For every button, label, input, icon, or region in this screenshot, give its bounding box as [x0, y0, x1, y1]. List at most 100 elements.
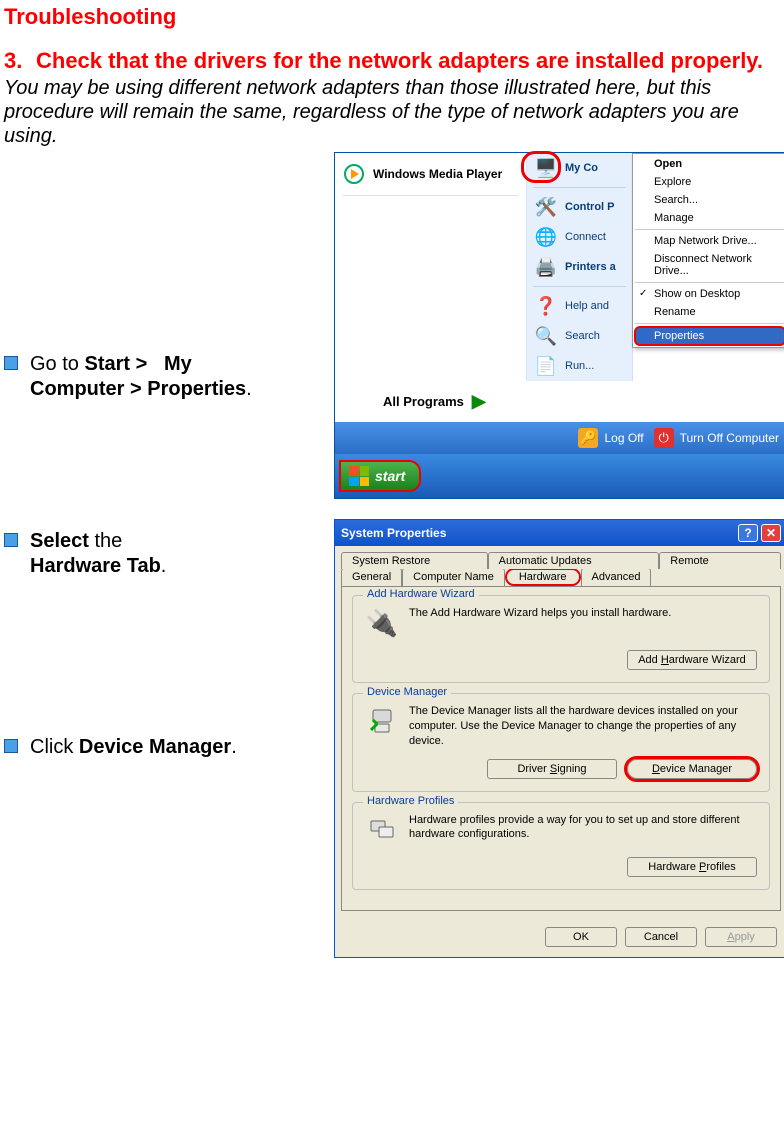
start-menu-bottom-bar: 🔑 Log Off ⏻ Turn Off Computer — [335, 422, 784, 454]
my-computer-item[interactable]: 🖥️ My Co — [527, 153, 632, 183]
connect-label: Connect — [565, 231, 606, 243]
computer-icon: 🖥️ — [535, 157, 557, 179]
wmp-icon — [343, 163, 365, 185]
bullet-icon — [4, 533, 18, 547]
search-label: Search — [565, 330, 600, 342]
group-text: The Device Manager lists all the hardwar… — [409, 704, 757, 749]
power-icon: ⏻ — [654, 428, 674, 448]
connect-item[interactable]: 🌐 Connect — [527, 222, 632, 252]
ctx-open[interactable]: Open — [634, 155, 784, 173]
logoff-button[interactable]: 🔑 Log Off — [578, 428, 643, 448]
start-menu-screenshot: Windows Media Player 🖥️ My Co 🛠️ Control… — [334, 152, 784, 499]
add-hardware-wizard-button[interactable]: Add Hardware Wizard — [627, 650, 757, 670]
device-manager-icon — [365, 704, 399, 738]
tab-computer-name[interactable]: Computer Name — [402, 568, 505, 586]
help-item[interactable]: ❓ Help and — [527, 291, 632, 321]
logoff-icon: 🔑 — [578, 428, 598, 448]
start-menu-right-pane: 🖥️ My Co 🛠️ Control P 🌐 Connect 🖨️ — [527, 153, 633, 381]
search-item[interactable]: 🔍 Search — [527, 321, 632, 351]
wmp-item[interactable]: Windows Media Player — [335, 157, 526, 191]
all-programs-label: All Programs — [383, 394, 464, 409]
instruction-3: Click Device Manager. — [30, 735, 237, 760]
ok-button[interactable]: OK — [545, 927, 617, 947]
bullet-icon — [4, 356, 18, 370]
turnoff-label: Turn Off Computer — [680, 431, 779, 445]
dialog-footer-buttons: OK Cancel Apply — [335, 917, 784, 957]
ctx-manage[interactable]: Manage — [634, 209, 784, 227]
group-text: The Add Hardware Wizard helps you instal… — [409, 606, 757, 621]
printers-label: Printers a — [565, 261, 616, 273]
hardware-wizard-icon: 🔌 — [365, 606, 399, 640]
tab-system-restore[interactable]: System Restore — [341, 552, 488, 569]
ctx-properties[interactable]: Properties — [634, 326, 784, 346]
step-heading: 3. Check that the drivers for the networ… — [4, 48, 784, 74]
control-panel-label: Control P — [565, 201, 615, 213]
start-menu-left-pane: Windows Media Player — [335, 153, 527, 381]
step-text: Check that the drivers for the network a… — [36, 48, 784, 74]
instruction-1: Go to Start > My Computer > Properties. — [30, 352, 252, 402]
add-hardware-group: Add Hardware Wizard 🔌 The Add Hardware W… — [352, 595, 770, 683]
help-label: Help and — [565, 300, 609, 312]
tab-general[interactable]: General — [341, 568, 402, 586]
tab-remote[interactable]: Remote — [659, 552, 781, 569]
ctx-separator — [635, 323, 784, 324]
ctx-show-desktop[interactable]: Show on Desktop — [634, 285, 784, 303]
window-title: System Properties — [341, 526, 446, 540]
start-label: start — [375, 468, 405, 484]
tab-automatic-updates[interactable]: Automatic Updates — [488, 552, 660, 569]
ctx-disconnect-drive[interactable]: Disconnect Network Drive... — [634, 250, 784, 280]
printer-icon: 🖨️ — [535, 256, 557, 278]
all-programs-item[interactable]: All Programs ▶ — [335, 381, 784, 422]
ctx-search[interactable]: Search... — [634, 191, 784, 209]
window-titlebar: System Properties ? ✕ — [335, 520, 784, 546]
step-number: 3. — [4, 48, 36, 74]
search-icon: 🔍 — [535, 325, 557, 347]
driver-signing-button[interactable]: Driver Signing — [487, 759, 617, 779]
printers-item[interactable]: 🖨️ Printers a — [527, 252, 632, 282]
tab-advanced[interactable]: Advanced — [581, 568, 652, 586]
help-icon: ❓ — [535, 295, 557, 317]
arrow-icon: ▶ — [472, 391, 486, 412]
intro-text: You may be using different network adapt… — [4, 76, 784, 148]
start-button[interactable]: start — [339, 460, 421, 492]
run-item[interactable]: 📄 Run... — [527, 351, 632, 381]
group-legend: Add Hardware Wizard — [363, 588, 479, 600]
group-legend: Device Manager — [363, 686, 451, 698]
my-computer-label: My Co — [565, 162, 598, 174]
network-icon: 🌐 — [535, 226, 557, 248]
bullet-icon — [4, 739, 18, 753]
help-button[interactable]: ? — [738, 524, 758, 542]
wmp-label: Windows Media Player — [373, 167, 502, 181]
ctx-map-drive[interactable]: Map Network Drive... — [634, 232, 784, 250]
ctx-rename[interactable]: Rename — [634, 303, 784, 321]
ctx-separator — [635, 229, 784, 230]
turnoff-button[interactable]: ⏻ Turn Off Computer — [654, 428, 779, 448]
logoff-label: Log Off — [604, 431, 643, 445]
control-panel-icon: 🛠️ — [535, 196, 557, 218]
hardware-profiles-button[interactable]: Hardware Profiles — [627, 857, 757, 877]
group-text: Hardware profiles provide a way for you … — [409, 813, 757, 843]
taskbar: start — [335, 454, 784, 498]
windows-logo-icon — [349, 466, 369, 486]
ctx-explore[interactable]: Explore — [634, 173, 784, 191]
cancel-button[interactable]: Cancel — [625, 927, 697, 947]
apply-button: Apply — [705, 927, 777, 947]
device-manager-button[interactable]: Device Manager — [627, 759, 757, 779]
run-icon: 📄 — [535, 355, 557, 377]
ctx-separator — [635, 282, 784, 283]
system-properties-window: System Properties ? ✕ System Restore Aut… — [334, 519, 784, 958]
control-panel-item[interactable]: 🛠️ Control P — [527, 192, 632, 222]
close-button[interactable]: ✕ — [761, 524, 781, 542]
separator — [533, 286, 626, 287]
device-manager-group: Device Manager The Device Manager lists … — [352, 693, 770, 792]
run-label: Run... — [565, 360, 594, 372]
hardware-profiles-icon — [365, 813, 399, 847]
hardware-profiles-group: Hardware Profiles Hardware profiles prov… — [352, 802, 770, 890]
separator — [533, 187, 626, 188]
tab-hardware[interactable]: Hardware — [505, 568, 581, 586]
hardware-tab-panel: Add Hardware Wizard 🔌 The Add Hardware W… — [341, 586, 781, 911]
group-legend: Hardware Profiles — [363, 795, 458, 807]
context-menu: Open Explore Search... Manage Map Networ… — [632, 153, 784, 348]
separator — [343, 195, 518, 196]
page-title: Troubleshooting — [4, 4, 784, 30]
